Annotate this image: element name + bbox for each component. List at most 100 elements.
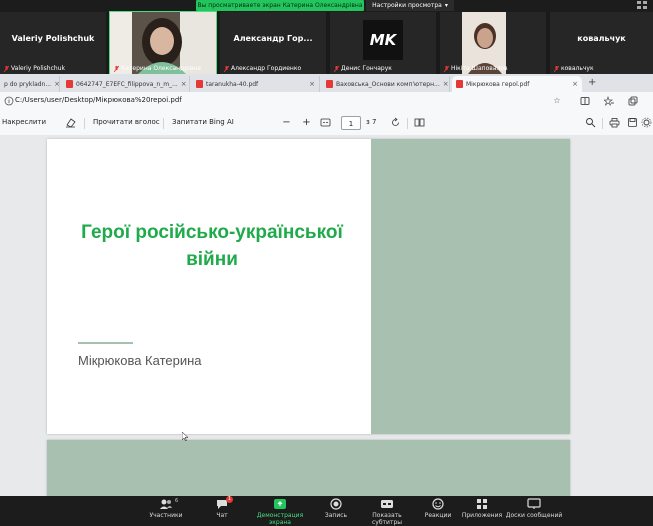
eraser-icon[interactable]: [65, 117, 76, 128]
whiteboards-button[interactable]: Доски сообщений: [504, 498, 564, 519]
mic-muted-icon: [4, 65, 9, 72]
divider: [602, 118, 603, 129]
zoom-meeting-toolbar: Участники 6 Чат 1 Демонстрация экрана За…: [0, 496, 653, 526]
captions-icon: [381, 500, 393, 508]
apps-icon: [477, 499, 487, 509]
participant-name: Денис Гончарук: [334, 65, 392, 72]
close-icon[interactable]: ×: [54, 80, 59, 88]
browser-tab[interactable]: 0642747_E7EFC_filippova_n_m_... ×: [62, 76, 190, 92]
participant-tile[interactable]: MK Денис Гончарук: [330, 12, 436, 74]
reactions-label: Реакции: [424, 512, 452, 519]
tab-label: Мікрюкова герої.pdf: [466, 80, 530, 88]
save-icon[interactable]: [627, 117, 638, 128]
url-field[interactable]: C:/Users/user/Desktop/Мікрюкова%20repoi.…: [15, 96, 182, 104]
chevron-down-icon: ▾: [444, 2, 448, 9]
participant-name: ковальчук: [554, 65, 594, 72]
slide-title: Герої російсько-української війни: [67, 219, 357, 273]
participant-tile[interactable]: Катерина Олександрівна: [109, 11, 217, 75]
zoom-out-button[interactable]: −: [281, 117, 292, 128]
settings-icon[interactable]: [641, 117, 652, 128]
address-bar: C:/Users/user/Desktop/Мікрюкова%20repoi.…: [0, 92, 653, 113]
participant-name: Нікіта Шаповалов: [444, 65, 508, 72]
zoom-in-button[interactable]: +: [301, 117, 312, 128]
mic-muted-icon: [224, 65, 229, 72]
view-options-button[interactable]: Настройки просмотра ▾: [366, 0, 454, 11]
pdf-file-icon: [66, 80, 73, 88]
participant-name: Александр Гордиенко: [224, 65, 301, 72]
whiteboards-label: Доски сообщений: [505, 512, 563, 519]
rotate-icon[interactable]: [390, 117, 401, 128]
ask-bing-button[interactable]: Запитати Bing AI: [172, 118, 234, 126]
gallery-view-icon[interactable]: [637, 1, 647, 9]
divider: [407, 118, 408, 129]
slide-author: Мікрюкова Катерина: [78, 353, 202, 368]
draw-button[interactable]: Накреслити: [2, 118, 46, 126]
chat-unread-badge: 1: [226, 496, 233, 503]
participant-strip: Valeriy Polishchuk Valeriy Polishchuk Ка…: [0, 11, 653, 75]
participant-tile[interactable]: Александр Гор... Александр Гордиенко: [220, 12, 326, 74]
share-screen-label: Демонстрация экрана: [256, 512, 304, 526]
favorites-icon[interactable]: [604, 96, 614, 106]
page-number-input[interactable]: 1: [341, 116, 361, 130]
pdf-viewer[interactable]: Герої російсько-української війни Мікрюк…: [0, 135, 653, 496]
collections-icon[interactable]: [628, 96, 638, 106]
zoom-top-banner: Вы просматриваете экран Катерина Олексан…: [0, 0, 653, 12]
tab-label: Ваховська_Основи комп'ютерн...: [336, 80, 440, 88]
record-label: Запись: [324, 512, 348, 519]
print-icon[interactable]: [609, 117, 620, 128]
close-icon[interactable]: ×: [309, 80, 315, 88]
participant-name-label: Катерина Олександрівна: [121, 65, 201, 72]
share-screen-icon: [274, 499, 286, 509]
participant-tile[interactable]: ковальчук ковальчук: [550, 12, 653, 74]
chat-button[interactable]: Чат: [192, 498, 252, 519]
divider: [84, 118, 85, 129]
participants-icon: [160, 499, 172, 509]
new-tab-button[interactable]: +: [588, 77, 596, 88]
favorite-star-icon[interactable]: ☆: [552, 96, 562, 106]
mic-muted-icon: [444, 65, 449, 72]
fit-page-icon[interactable]: [320, 117, 331, 128]
browser-tab-bar: p do prykladn... × 0642747_E7EFC_filippo…: [0, 74, 653, 92]
participants-label: Участники: [149, 512, 183, 519]
share-screen-button[interactable]: Демонстрация экрана: [250, 498, 310, 526]
mouse-cursor-icon: [182, 432, 188, 441]
pdf-page-2: [47, 440, 570, 496]
apps-label: Приложения: [461, 512, 503, 519]
slide-title-line: Герої російсько-української: [81, 222, 343, 243]
tab-label: p do prykladn...: [4, 80, 52, 88]
divider: [163, 118, 164, 129]
browser-tab-active[interactable]: Мікрюкова герої.pdf ×: [452, 76, 582, 92]
tab-label: taranukha-40.pdf: [206, 80, 259, 88]
divider: [78, 342, 133, 344]
search-icon[interactable]: [585, 117, 596, 128]
participant-name-label: Денис Гончарук: [341, 65, 392, 72]
pdf-file-icon: [326, 80, 333, 88]
close-icon[interactable]: ×: [443, 80, 449, 88]
close-icon[interactable]: ×: [572, 80, 578, 88]
tab-label: 0642747_E7EFC_filippova_n_m_...: [76, 80, 178, 88]
browser-tab[interactable]: Ваховська_Основи комп'ютерн... ×: [322, 76, 450, 92]
close-icon[interactable]: ×: [181, 80, 187, 88]
participant-name-large: ковальчук: [577, 34, 626, 43]
read-aloud-button[interactable]: Прочитати вголос: [93, 118, 160, 126]
participant-name-label: ковальчук: [561, 65, 594, 72]
record-icon: [330, 498, 342, 510]
whiteboard-icon: [527, 498, 541, 509]
page-view-icon[interactable]: [414, 117, 425, 128]
apps-button[interactable]: Приложения: [452, 498, 512, 519]
participants-button[interactable]: Участники: [136, 498, 196, 519]
participants-count: 6: [175, 498, 179, 504]
participant-tile[interactable]: Valeriy Polishchuk Valeriy Polishchuk: [0, 12, 106, 74]
participant-name-large: Valeriy Polishchuk: [11, 34, 95, 43]
smiley-icon: [432, 498, 444, 510]
participant-name: Катерина Олександрівна: [114, 65, 201, 72]
participant-name-label: Александр Гордиенко: [231, 65, 302, 72]
slide-decor-panel: [371, 139, 570, 434]
browser-tab[interactable]: taranukha-40.pdf ×: [192, 76, 320, 92]
viewing-share-label: Вы просматриваете экран Катерина Олексан…: [196, 0, 364, 11]
browser-tab[interactable]: p do prykladn... ×: [0, 76, 60, 92]
split-screen-icon[interactable]: [580, 96, 590, 106]
info-icon[interactable]: [4, 96, 14, 106]
participant-tile[interactable]: Нікіта Шаповалов: [440, 12, 546, 74]
captions-label: Показать субтитры: [372, 512, 402, 526]
